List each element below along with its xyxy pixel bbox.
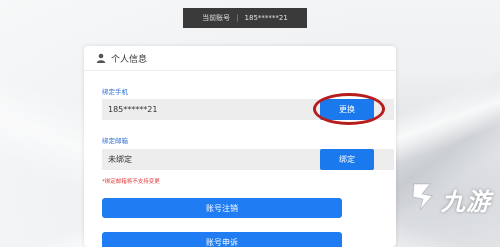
highlight-ring — [313, 93, 385, 125]
current-account-bar: 当前账号 | 185******21 — [183, 8, 307, 28]
watermark: 九游 — [408, 180, 491, 218]
email-value: 未绑定 — [108, 155, 132, 164]
personal-info-panel: 个人信息 绑定手机 185******21 更换 绑定邮箱 未绑定 绑定 *绑定… — [84, 46, 396, 247]
bind-email-label: 绑定邮箱 — [102, 137, 128, 145]
bind-phone-label: 绑定手机 — [102, 88, 128, 96]
current-account-label: 当前账号 — [202, 14, 231, 22]
user-icon — [96, 53, 106, 63]
watermark-logo-icon — [408, 180, 438, 218]
current-account-value: 185******21 — [244, 14, 288, 22]
account-appeal-button[interactable]: 账号申诉 — [102, 232, 342, 247]
separator: | — [236, 14, 239, 22]
watermark-text: 九游 — [441, 187, 491, 216]
email-hint: *绑定邮箱将不支持变更 — [102, 179, 160, 185]
panel-header: 个人信息 — [84, 46, 396, 71]
panel-title: 个人信息 — [111, 54, 148, 65]
bind-email-button[interactable]: 绑定 — [320, 149, 374, 170]
phone-value: 185******21 — [108, 105, 158, 114]
cancel-account-button[interactable]: 账号注销 — [102, 198, 342, 218]
